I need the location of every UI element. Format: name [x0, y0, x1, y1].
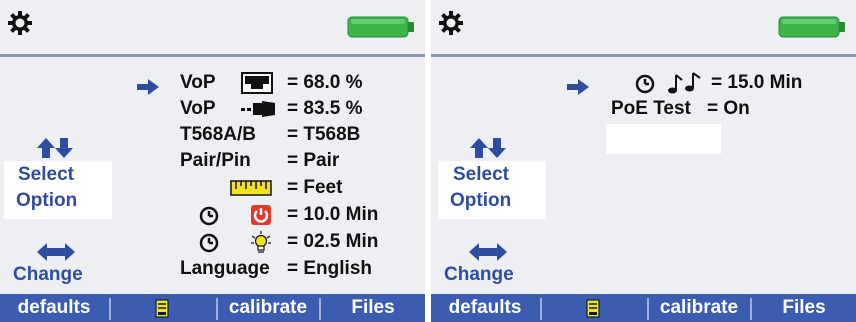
defaults-button[interactable]: defaults — [431, 294, 539, 322]
row-value: = 10.0 Min — [287, 204, 379, 225]
row-value: = Feet — [287, 177, 343, 198]
row-value: = 02.5 Min — [287, 231, 379, 252]
row-value: = English — [287, 258, 372, 279]
settings-screen-left: VoP = 68.0 % VoP = 83.5 % T568A/B = T568… — [0, 0, 425, 322]
selection-arrow-icon — [137, 79, 159, 95]
up-down-arrows-icon — [37, 138, 73, 158]
ruler-icon — [230, 180, 272, 196]
report-icon — [155, 299, 169, 318]
header-bar — [431, 0, 856, 52]
change-hint-label: Change — [444, 264, 514, 285]
row-label: T568A/B — [180, 124, 257, 145]
cable-plug-icon — [241, 101, 275, 117]
selection-arrow-icon — [567, 79, 589, 95]
row-label: Language — [180, 258, 270, 279]
defaults-button[interactable]: defaults — [0, 294, 108, 322]
backlight-bulb-icon — [251, 231, 271, 253]
left-right-arrows-icon — [469, 243, 507, 261]
header-bar — [0, 0, 425, 52]
clock-icon — [199, 206, 219, 226]
settings-screen-right: = 15.0 Min PoE Test = On Select Option C… — [431, 0, 856, 322]
row-value: = 68.0 % — [287, 72, 363, 93]
row-value: = Pair — [287, 150, 340, 171]
report-icon — [586, 299, 600, 318]
clock-icon — [199, 233, 219, 253]
power-icon — [251, 205, 271, 225]
softkey-bar: defaults calibrate Files — [0, 294, 425, 322]
softkey-bar: defaults calibrate Files — [431, 294, 856, 322]
select-hint-label: Select — [18, 164, 74, 185]
blank-row-box — [606, 124, 721, 154]
files-button[interactable]: Files — [321, 294, 425, 322]
row-value: = 15.0 Min — [711, 72, 803, 93]
option-hint-label: Option — [450, 190, 512, 211]
row-value: = 83.5 % — [287, 98, 363, 119]
calibrate-button[interactable]: calibrate — [218, 294, 318, 322]
row-label: Pair/Pin — [180, 150, 251, 171]
files-button[interactable]: Files — [752, 294, 856, 322]
gear-icon[interactable] — [7, 10, 33, 36]
row-label: VoP — [180, 72, 216, 93]
report-button[interactable] — [111, 294, 215, 322]
music-note-icon — [668, 72, 701, 94]
change-hint-label: Change — [13, 264, 83, 285]
row-value: = On — [707, 98, 750, 119]
up-down-arrows-icon — [470, 138, 506, 158]
clock-icon — [635, 74, 655, 94]
report-button[interactable] — [542, 294, 646, 322]
row-label: VoP — [180, 98, 216, 119]
gear-icon[interactable] — [438, 10, 464, 36]
battery-full-icon — [778, 16, 845, 38]
calibrate-button[interactable]: calibrate — [649, 294, 749, 322]
left-right-arrows-icon — [37, 243, 75, 261]
header-separator — [0, 54, 425, 57]
row-value: = T568B — [287, 124, 361, 145]
option-hint-label: Option — [16, 190, 78, 211]
header-separator — [431, 54, 856, 57]
row-label: PoE Test — [611, 98, 691, 119]
ethernet-port-icon — [241, 72, 273, 94]
select-hint-label: Select — [453, 164, 509, 185]
battery-full-icon — [347, 16, 414, 38]
